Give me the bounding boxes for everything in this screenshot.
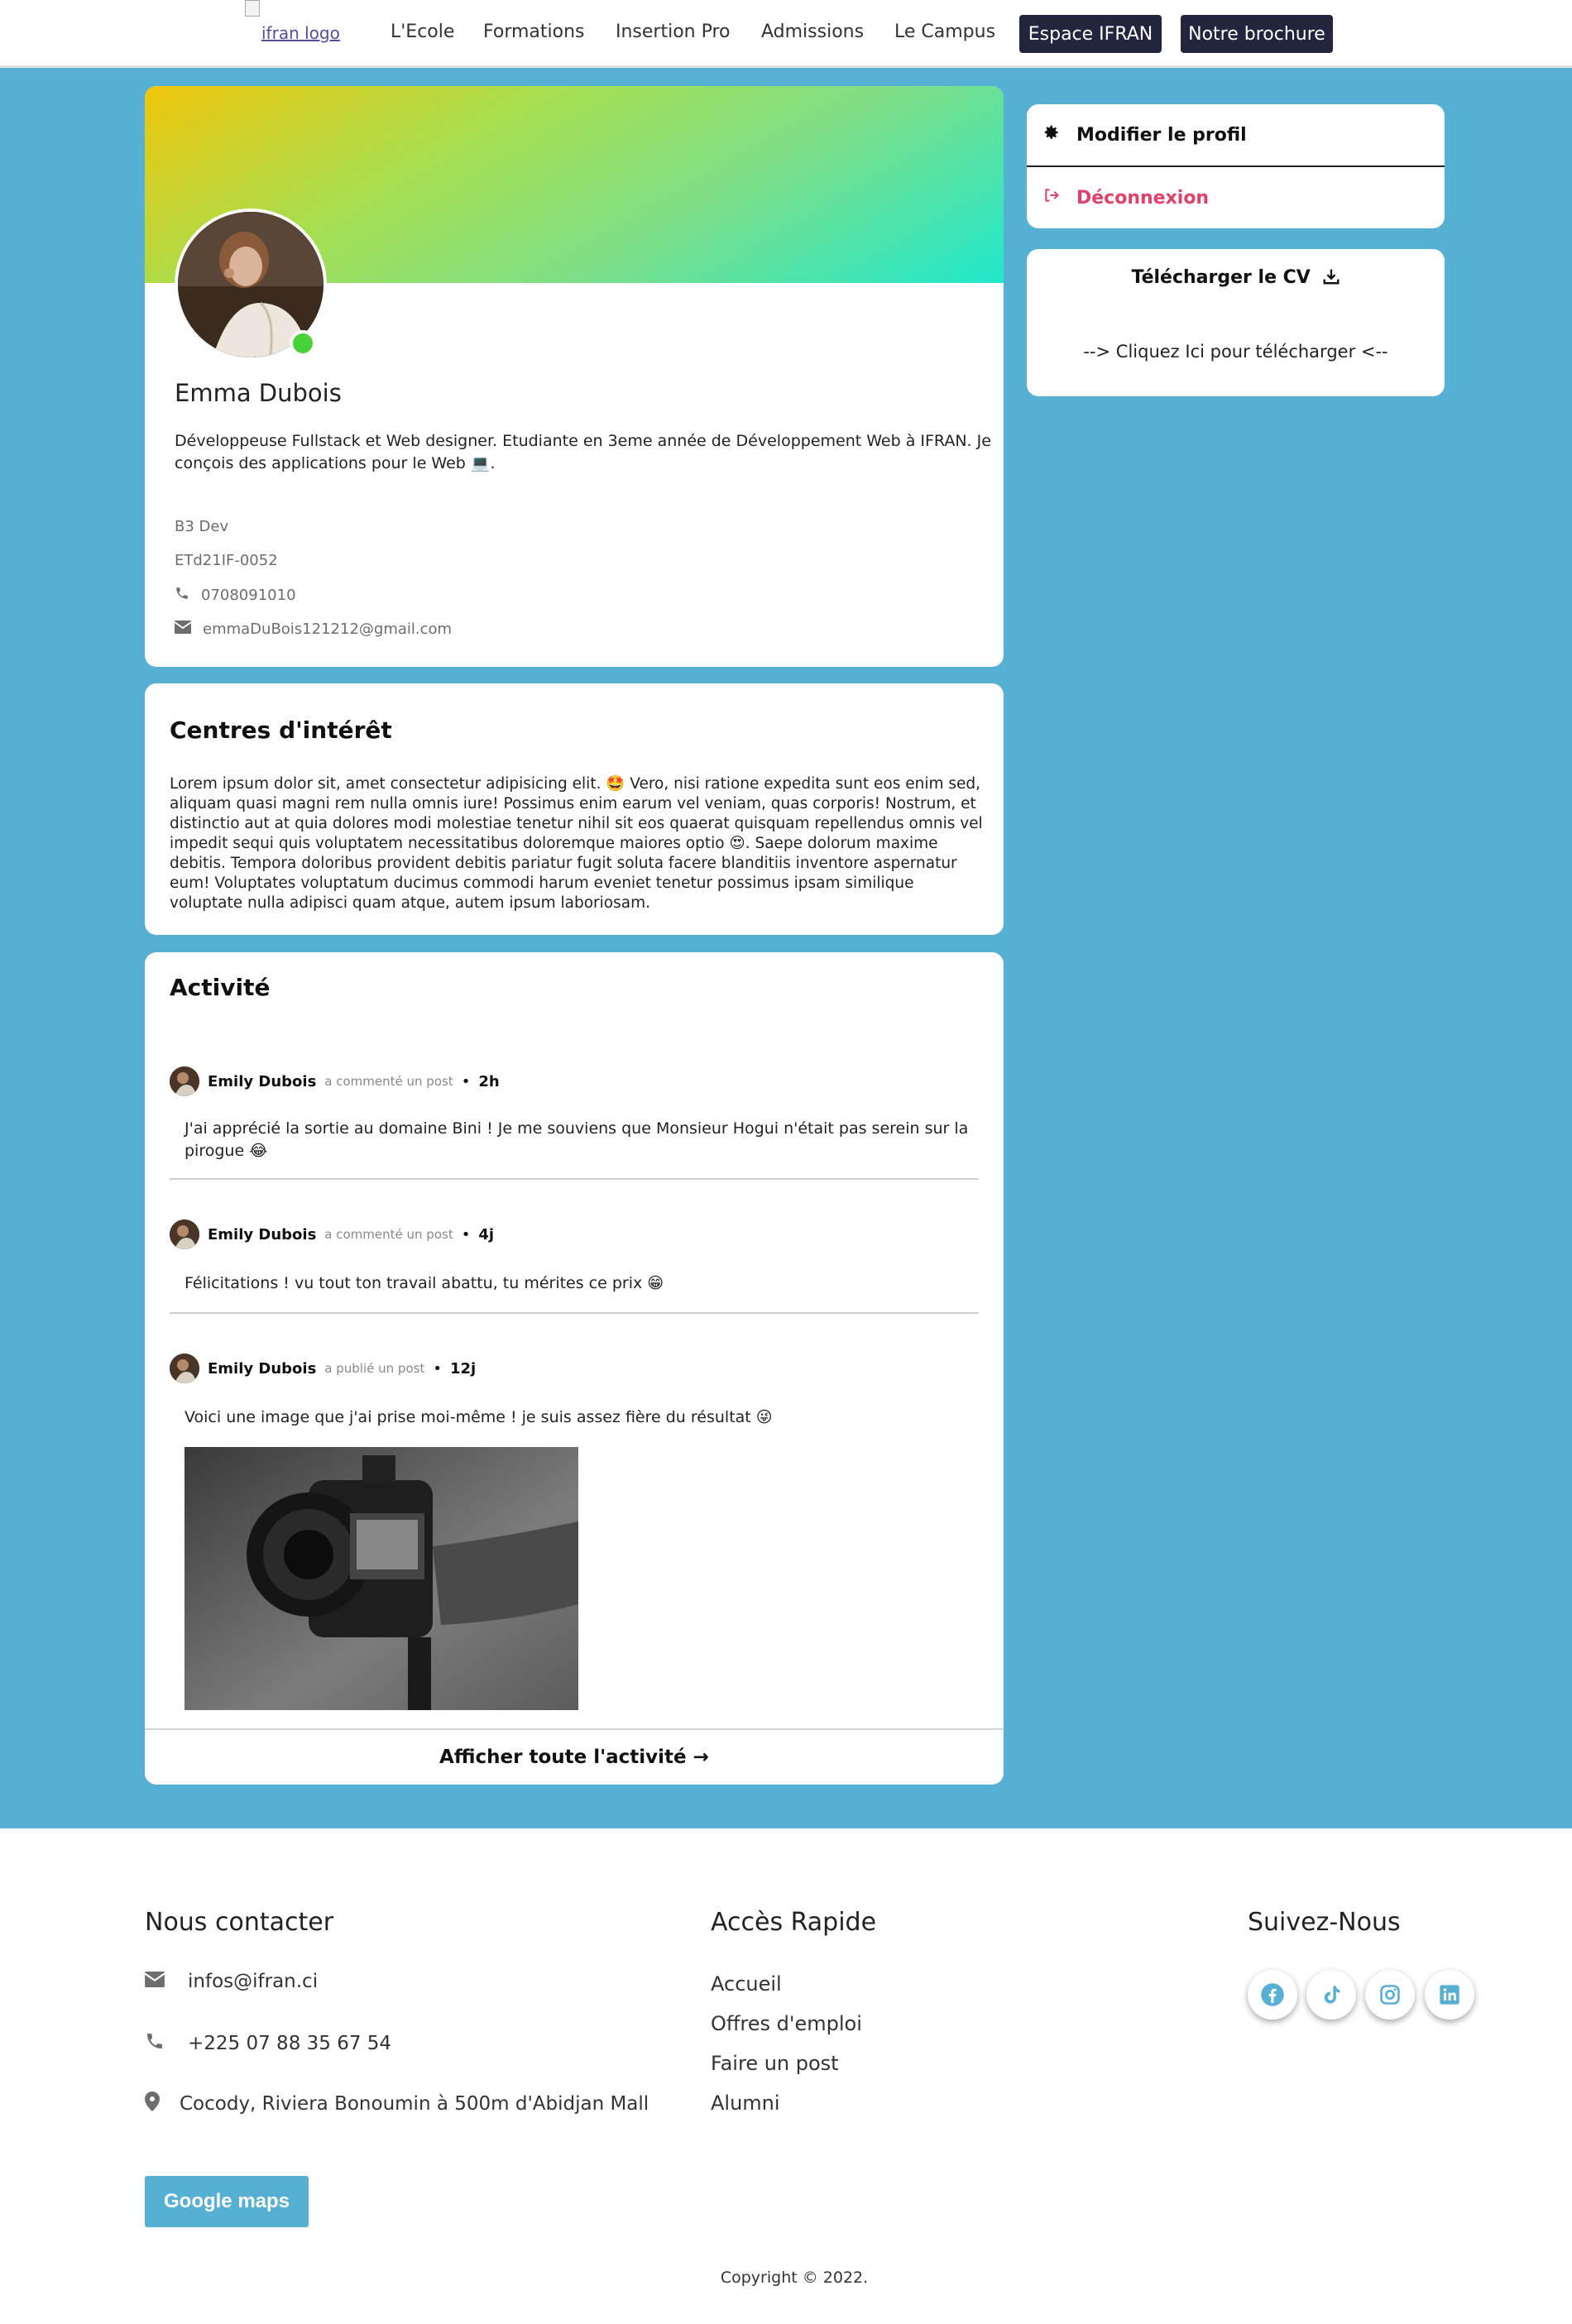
sign-out-icon	[1043, 187, 1060, 208]
profile-level-text: B3 Dev	[175, 518, 229, 535]
nav-link-campus[interactable]: Le Campus	[894, 22, 995, 42]
activity-avatar[interactable]	[170, 1354, 199, 1383]
online-indicator	[290, 330, 316, 357]
nav-link-formations[interactable]: Formations	[483, 22, 585, 42]
show-all-activity-label: Afficher toute l'activité →	[439, 1747, 709, 1768]
edit-profile-button[interactable]: Modifier le profil	[1027, 104, 1445, 165]
interests-text: Lorem ipsum dolor sit, amet consectetur …	[170, 775, 983, 912]
profile-name: Emma Dubois	[175, 379, 342, 407]
contact-phone: +225 07 88 35 67 54	[145, 2031, 391, 2056]
activity-header: Emily Dubois a commenté un post • 4j	[170, 1220, 494, 1249]
download-cv-card: Télécharger le CV --> Cliquez Ici pour t…	[1027, 249, 1445, 396]
contact-address: Cocody, Riviera Bonoumin à 500m d'Abidja…	[145, 2092, 649, 2116]
nav-link-admissions[interactable]: Admissions	[761, 22, 864, 42]
download-cv-label: Télécharger le CV	[1131, 267, 1311, 288]
download-cv-button[interactable]: Télécharger le CV	[1027, 267, 1445, 288]
activity-author[interactable]: Emily Dubois	[208, 1073, 316, 1090]
footer-link-offres[interactable]: Offres d'emploi	[711, 2012, 862, 2035]
nav-link-insertion-pro[interactable]: Insertion Pro	[616, 22, 731, 42]
logo-alt-text[interactable]: ifran logo	[261, 23, 340, 43]
activity-time: 2h	[478, 1072, 500, 1090]
phone-icon	[145, 2031, 165, 2056]
profile-card: Emma Dubois Développeuse Fullstack et We…	[145, 86, 1004, 667]
separator-dot: •	[461, 1072, 471, 1090]
activity-header: Emily Dubois a publié un post • 12j	[170, 1354, 476, 1383]
separator-dot: •	[461, 1225, 471, 1243]
follow-title: Suivez-Nous	[1248, 1908, 1401, 1937]
activity-divider	[170, 1178, 979, 1180]
activity-time: 12j	[449, 1359, 477, 1378]
activity-verb: a publié un post	[324, 1361, 425, 1376]
gear-icon	[1043, 124, 1060, 146]
activity-verb: a commenté un post	[324, 1074, 453, 1089]
activity-title: Activité	[170, 974, 271, 1001]
nav-link-ecole[interactable]: L'Ecole	[391, 22, 454, 42]
navbar: ifran logo L'Ecole Formations Insertion …	[0, 0, 1572, 68]
profile-bio: Développeuse Fullstack et Web designer. …	[175, 432, 991, 472]
logout-button[interactable]: Déconnexion	[1027, 167, 1445, 228]
separator-dot: •	[433, 1359, 442, 1378]
footer-link-post[interactable]: Faire un post	[711, 2052, 839, 2075]
activity-avatar[interactable]	[170, 1220, 199, 1249]
contact-email-text[interactable]: infos@ifran.ci	[188, 1971, 318, 1992]
profile-student-id-text: ETd21IF-0052	[175, 552, 278, 569]
activity-verb: a commenté un post	[324, 1227, 453, 1242]
facebook-icon[interactable]	[1248, 1970, 1297, 2020]
instagram-icon[interactable]	[1365, 1970, 1415, 2020]
phone-icon	[175, 586, 189, 605]
quick-access-title: Accès Rapide	[711, 1908, 877, 1937]
espace-ifran-button[interactable]: Espace IFRAN	[1019, 15, 1162, 53]
activity-photo[interactable]	[185, 1447, 578, 1710]
activity-text: J'ai apprécié la sortie au domaine Bini …	[185, 1119, 969, 1160]
activity-time: 4j	[478, 1225, 495, 1243]
profile-actions-card: Modifier le profil Déconnexion	[1027, 104, 1445, 228]
envelope-icon	[174, 621, 192, 638]
broken-image-icon	[245, 0, 260, 17]
copyright: Copyright © 2022.	[720, 2269, 869, 2287]
activity-text: Félicitations ! vu tout ton travail abat…	[185, 1274, 664, 1292]
contact-phone-text[interactable]: +225 07 88 35 67 54	[188, 2033, 391, 2054]
ifran-logo[interactable]: ifran logo	[245, 0, 361, 50]
google-maps-button[interactable]: Google maps	[145, 2176, 309, 2227]
interests-title: Centres d'intérêt	[170, 716, 392, 744]
activity-divider	[170, 1312, 979, 1314]
activity-card: Activité Emily Dubois a commenté un post…	[145, 952, 1004, 1785]
logout-label: Déconnexion	[1076, 187, 1210, 208]
interests-card: Centres d'intérêt Lorem ipsum dolor sit,…	[145, 683, 1004, 935]
activity-author[interactable]: Emily Dubois	[208, 1226, 316, 1243]
edit-profile-label: Modifier le profil	[1076, 124, 1247, 146]
download-icon	[1317, 267, 1340, 288]
profile-email-text: emmaDuBois121212@gmail.com	[203, 621, 453, 638]
profile-phone: 0708091010	[175, 586, 296, 605]
download-cv-link[interactable]: --> Cliquez Ici pour télécharger <--	[1027, 342, 1445, 362]
footer-link-accueil[interactable]: Accueil	[711, 1972, 782, 1996]
envelope-icon	[144, 1971, 165, 1992]
profile-phone-text: 0708091010	[201, 587, 296, 604]
profile-level: B3 Dev	[175, 518, 228, 535]
profile-student-id: ETd21IF-0052	[175, 552, 278, 569]
activity-text: Voici une image que j'ai prise moi-même …	[185, 1408, 773, 1426]
profile-email: emmaDuBois121212@gmail.com	[174, 621, 453, 638]
contact-address-text: Cocody, Riviera Bonoumin à 500m d'Abidja…	[180, 2093, 649, 2115]
activity-author[interactable]: Emily Dubois	[208, 1360, 316, 1378]
activity-avatar[interactable]	[170, 1066, 199, 1096]
footer-link-alumni[interactable]: Alumni	[711, 2092, 780, 2115]
brochure-button[interactable]: Notre brochure	[1181, 15, 1333, 53]
linkedin-icon[interactable]	[1425, 1970, 1474, 2020]
tiktok-icon[interactable]	[1306, 1970, 1356, 2020]
contact-title: Nous contacter	[145, 1908, 334, 1937]
contact-email: infos@ifran.ci	[144, 1971, 318, 1992]
map-marker-icon	[145, 2092, 160, 2116]
show-all-activity-button[interactable]: Afficher toute l'activité →	[145, 1728, 1004, 1785]
activity-header: Emily Dubois a commenté un post • 2h	[170, 1066, 500, 1096]
